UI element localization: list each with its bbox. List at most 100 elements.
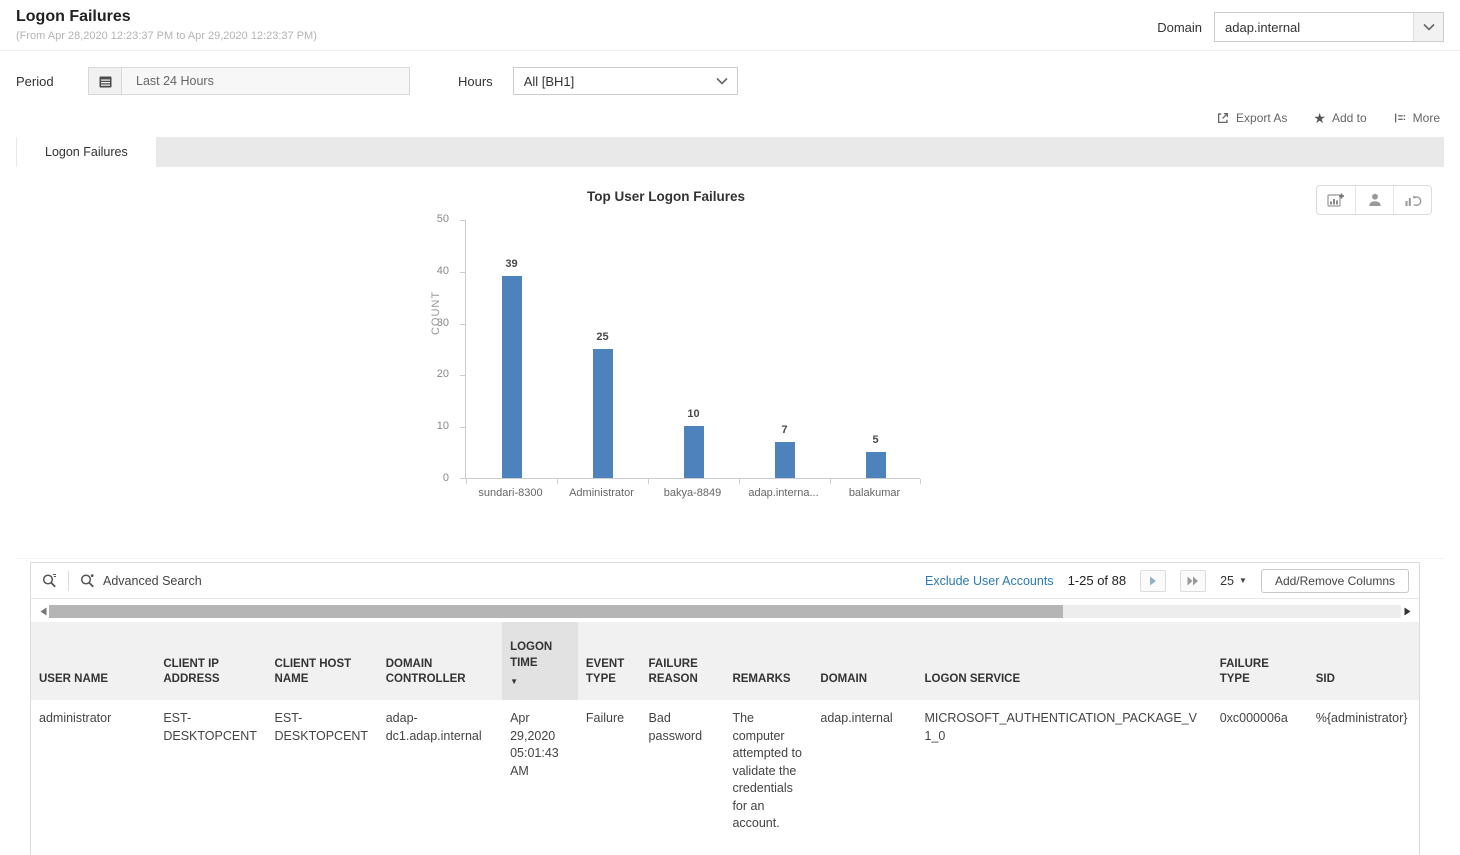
col-header-remarks[interactable]: REMARKS (724, 622, 812, 700)
user-view-button[interactable] (1355, 186, 1393, 214)
toolbar-divider (68, 571, 69, 591)
table-row: administrator EST-DESKTOPCENT EST-DESKTO… (31, 700, 1419, 843)
more-icon (1393, 111, 1407, 125)
col-header-failure-reason[interactable]: FAILURE REASON (641, 622, 725, 700)
scrollbar-thumb[interactable] (49, 605, 1063, 618)
chevron-down-icon[interactable] (707, 68, 737, 94)
col-header-client-ip[interactable]: CLIENT IP ADDRESS (155, 622, 266, 700)
x-category-label: adap.interna... (738, 487, 829, 499)
x-tick-mark (648, 479, 649, 484)
table-header-row: USER NAME CLIENT IP ADDRESS CLIENT HOST … (31, 622, 1419, 700)
chart-x-labels: sundari-8300Administratorbakya-8849adap.… (465, 487, 920, 503)
chart-bar-adap.interna...[interactable] (775, 442, 795, 478)
last-page-button[interactable] (1180, 570, 1206, 592)
bar-value-label: 25 (581, 331, 625, 343)
grid-toolbar-right: Exclude User Accounts 1-25 of 88 25 ▼ Ad… (925, 569, 1409, 593)
y-tick-label: 0 (421, 472, 449, 484)
more-button[interactable]: More (1393, 111, 1440, 125)
chart-plot: 39251075 (465, 220, 920, 479)
x-category-label: Administrator (556, 487, 647, 499)
cell-domain: adap.internal (812, 700, 916, 843)
grid-toolbar: Advanced Search Exclude User Accounts 1-… (31, 563, 1419, 599)
add-remove-columns-button[interactable]: Add/Remove Columns (1261, 569, 1409, 593)
page-size-value: 25 (1220, 574, 1234, 588)
col-header-sid[interactable]: SID (1308, 622, 1419, 700)
bar-value-label: 10 (672, 408, 716, 420)
y-tick-mark (460, 324, 466, 325)
col-header-event-type[interactable]: EVENT TYPE (578, 622, 641, 700)
advanced-search-button[interactable]: Advanced Search (79, 572, 202, 589)
domain-select[interactable]: adap.internal (1214, 12, 1444, 42)
y-tick-label: 50 (421, 213, 449, 225)
add-chart-button[interactable] (1317, 186, 1355, 214)
star-icon: ★ (1313, 111, 1326, 125)
domain-label: Domain (1157, 20, 1202, 35)
add-to-button[interactable]: ★ Add to (1313, 111, 1366, 125)
scroll-left-arrow[interactable] (37, 607, 49, 616)
domain-select-value: adap.internal (1215, 20, 1413, 35)
page-title: Logon Failures (16, 8, 317, 26)
export-as-button[interactable]: Export As (1216, 111, 1287, 125)
col-header-logon-time[interactable]: LOGON TIME ▼ (502, 622, 578, 700)
sort-desc-icon[interactable]: ▼ (510, 677, 570, 688)
hours-select-value: All [BH1] (514, 74, 707, 89)
col-header-failure-type[interactable]: FAILURE TYPE (1212, 622, 1308, 700)
hours-label: Hours (458, 74, 493, 89)
chart-refresh-icon (1404, 192, 1422, 208)
chart-refresh-button[interactable] (1393, 186, 1431, 214)
col-header-domain[interactable]: DOMAIN (812, 622, 916, 700)
chart-title: Top User Logon Failures (396, 189, 936, 204)
cell-event-type: Failure (578, 700, 641, 843)
more-label: More (1413, 111, 1440, 125)
y-tick-label: 10 (421, 420, 449, 432)
x-tick-mark (920, 479, 921, 484)
cell-user-name: administrator (31, 700, 155, 843)
tab-logon-failures[interactable]: Logon Failures (17, 137, 156, 167)
cell-logon-service: MICROSOFT_AUTHENTICATION_PACKAGE_V1_0 (917, 700, 1212, 843)
period-input[interactable]: Last 24 Hours (122, 67, 410, 95)
col-header-logon-service[interactable]: LOGON SERVICE (917, 622, 1212, 700)
cell-client-ip: EST-DESKTOPCENT (155, 700, 266, 843)
y-tick-mark (460, 375, 466, 376)
period-label: Period (16, 74, 88, 89)
horizontal-scrollbar (37, 602, 1413, 620)
cell-failure-type: 0xc000006a (1212, 700, 1308, 843)
calendar-button[interactable] (88, 67, 122, 95)
cell-sid: %{administrator} (1308, 700, 1419, 843)
chevron-down-icon: ▼ (1239, 576, 1247, 585)
chevron-down-icon[interactable] (1413, 13, 1443, 41)
x-category-label: bakya-8849 (647, 487, 738, 499)
chart-bar-balakumar[interactable] (866, 452, 886, 478)
page-size-dropdown[interactable]: 25 ▼ (1220, 574, 1247, 588)
bar-value-label: 7 (763, 424, 807, 436)
chart-bar-Administrator[interactable] (593, 349, 613, 479)
y-tick-label: 40 (421, 265, 449, 277)
search-button[interactable] (41, 572, 58, 589)
period-value: Last 24 Hours (136, 74, 214, 88)
x-tick-mark (557, 479, 558, 484)
y-tick-label: 30 (421, 317, 449, 329)
bar-value-label: 39 (490, 258, 534, 270)
results-table: USER NAME CLIENT IP ADDRESS CLIENT HOST … (31, 622, 1419, 843)
pagination-range: 1-25 of 88 (1068, 573, 1127, 588)
scroll-right-arrow[interactable] (1401, 607, 1413, 616)
next-page-button[interactable] (1140, 570, 1166, 592)
user-icon (1367, 192, 1383, 208)
x-tick-mark (830, 479, 831, 484)
exclude-user-accounts-link[interactable]: Exclude User Accounts (925, 574, 1054, 588)
chart-toolbar (1316, 185, 1432, 215)
cell-domain-controller: adap-dc1.adap.internal (378, 700, 502, 843)
tab-strip: Logon Failures (16, 137, 1444, 167)
col-header-domain-controller[interactable]: DOMAIN CONTROLLER (378, 622, 502, 700)
cell-client-host: EST-DESKTOPCENT (267, 700, 378, 843)
add-to-label: Add to (1332, 111, 1367, 125)
scrollbar-track[interactable] (49, 605, 1401, 618)
filter-row: Period Last 24 Hours Hours All [BH1] (0, 51, 1460, 101)
hours-select[interactable]: All [BH1] (513, 67, 738, 95)
col-header-user-name[interactable]: USER NAME (31, 622, 155, 700)
chart-bar-bakya-8849[interactable] (684, 426, 704, 478)
col-header-client-host[interactable]: CLIENT HOST NAME (267, 622, 378, 700)
export-as-label: Export As (1236, 111, 1287, 125)
chart-bar-sundari-8300[interactable] (502, 276, 522, 478)
export-icon (1216, 111, 1230, 125)
